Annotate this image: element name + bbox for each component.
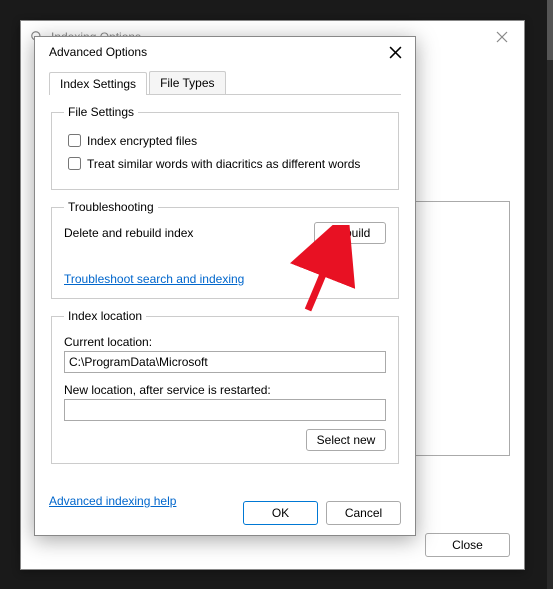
scrollbar-thumb[interactable] — [547, 0, 553, 60]
troubleshoot-link[interactable]: Troubleshoot search and indexing — [64, 272, 244, 286]
dialog-footer: OK Cancel — [243, 501, 401, 525]
delete-rebuild-label: Delete and rebuild index — [64, 226, 193, 240]
ok-button[interactable]: OK — [243, 501, 318, 525]
bg-close-button[interactable] — [479, 21, 524, 53]
file-settings-group: File Settings Index encrypted files Trea… — [51, 105, 399, 190]
diacritics-checkbox[interactable] — [68, 157, 81, 170]
tab-file-types[interactable]: File Types — [149, 71, 225, 94]
bg-footer: Close — [425, 533, 510, 557]
dialog-header: Advanced Options — [35, 37, 415, 67]
close-button[interactable] — [385, 42, 405, 62]
rebuild-button[interactable]: Rebuild — [314, 222, 386, 244]
current-location-input[interactable] — [64, 351, 386, 373]
tab-strip: Index Settings File Types — [49, 71, 401, 95]
dialog-body: Index Settings File Types File Settings … — [35, 67, 415, 484]
advanced-options-dialog: Advanced Options Index Settings File Typ… — [34, 36, 416, 536]
cancel-button[interactable]: Cancel — [326, 501, 401, 525]
index-location-legend: Index location — [64, 309, 146, 323]
troubleshooting-legend: Troubleshooting — [64, 200, 158, 214]
index-encrypted-label: Index encrypted files — [87, 134, 197, 148]
tab-index-settings[interactable]: Index Settings — [49, 72, 147, 95]
troubleshooting-group: Troubleshooting Delete and rebuild index… — [51, 200, 399, 299]
bg-close-btn[interactable]: Close — [425, 533, 510, 557]
new-location-input[interactable] — [64, 399, 386, 421]
diacritics-label: Treat similar words with diacritics as d… — [87, 157, 360, 171]
page-scrollbar[interactable] — [547, 0, 553, 589]
new-location-label: New location, after service is restarted… — [64, 383, 386, 397]
rebuild-row: Delete and rebuild index Rebuild — [64, 222, 386, 244]
dialog-title: Advanced Options — [49, 45, 147, 59]
select-new-row: Select new — [64, 429, 386, 451]
index-encrypted-checkbox[interactable] — [68, 134, 81, 147]
file-settings-legend: File Settings — [64, 105, 138, 119]
current-location-label: Current location: — [64, 335, 386, 349]
diacritics-row[interactable]: Treat similar words with diacritics as d… — [64, 154, 386, 173]
select-new-button[interactable]: Select new — [306, 429, 386, 451]
index-location-group: Index location Current location: New loc… — [51, 309, 399, 464]
advanced-help-link[interactable]: Advanced indexing help — [49, 494, 176, 508]
index-encrypted-row[interactable]: Index encrypted files — [64, 131, 386, 150]
